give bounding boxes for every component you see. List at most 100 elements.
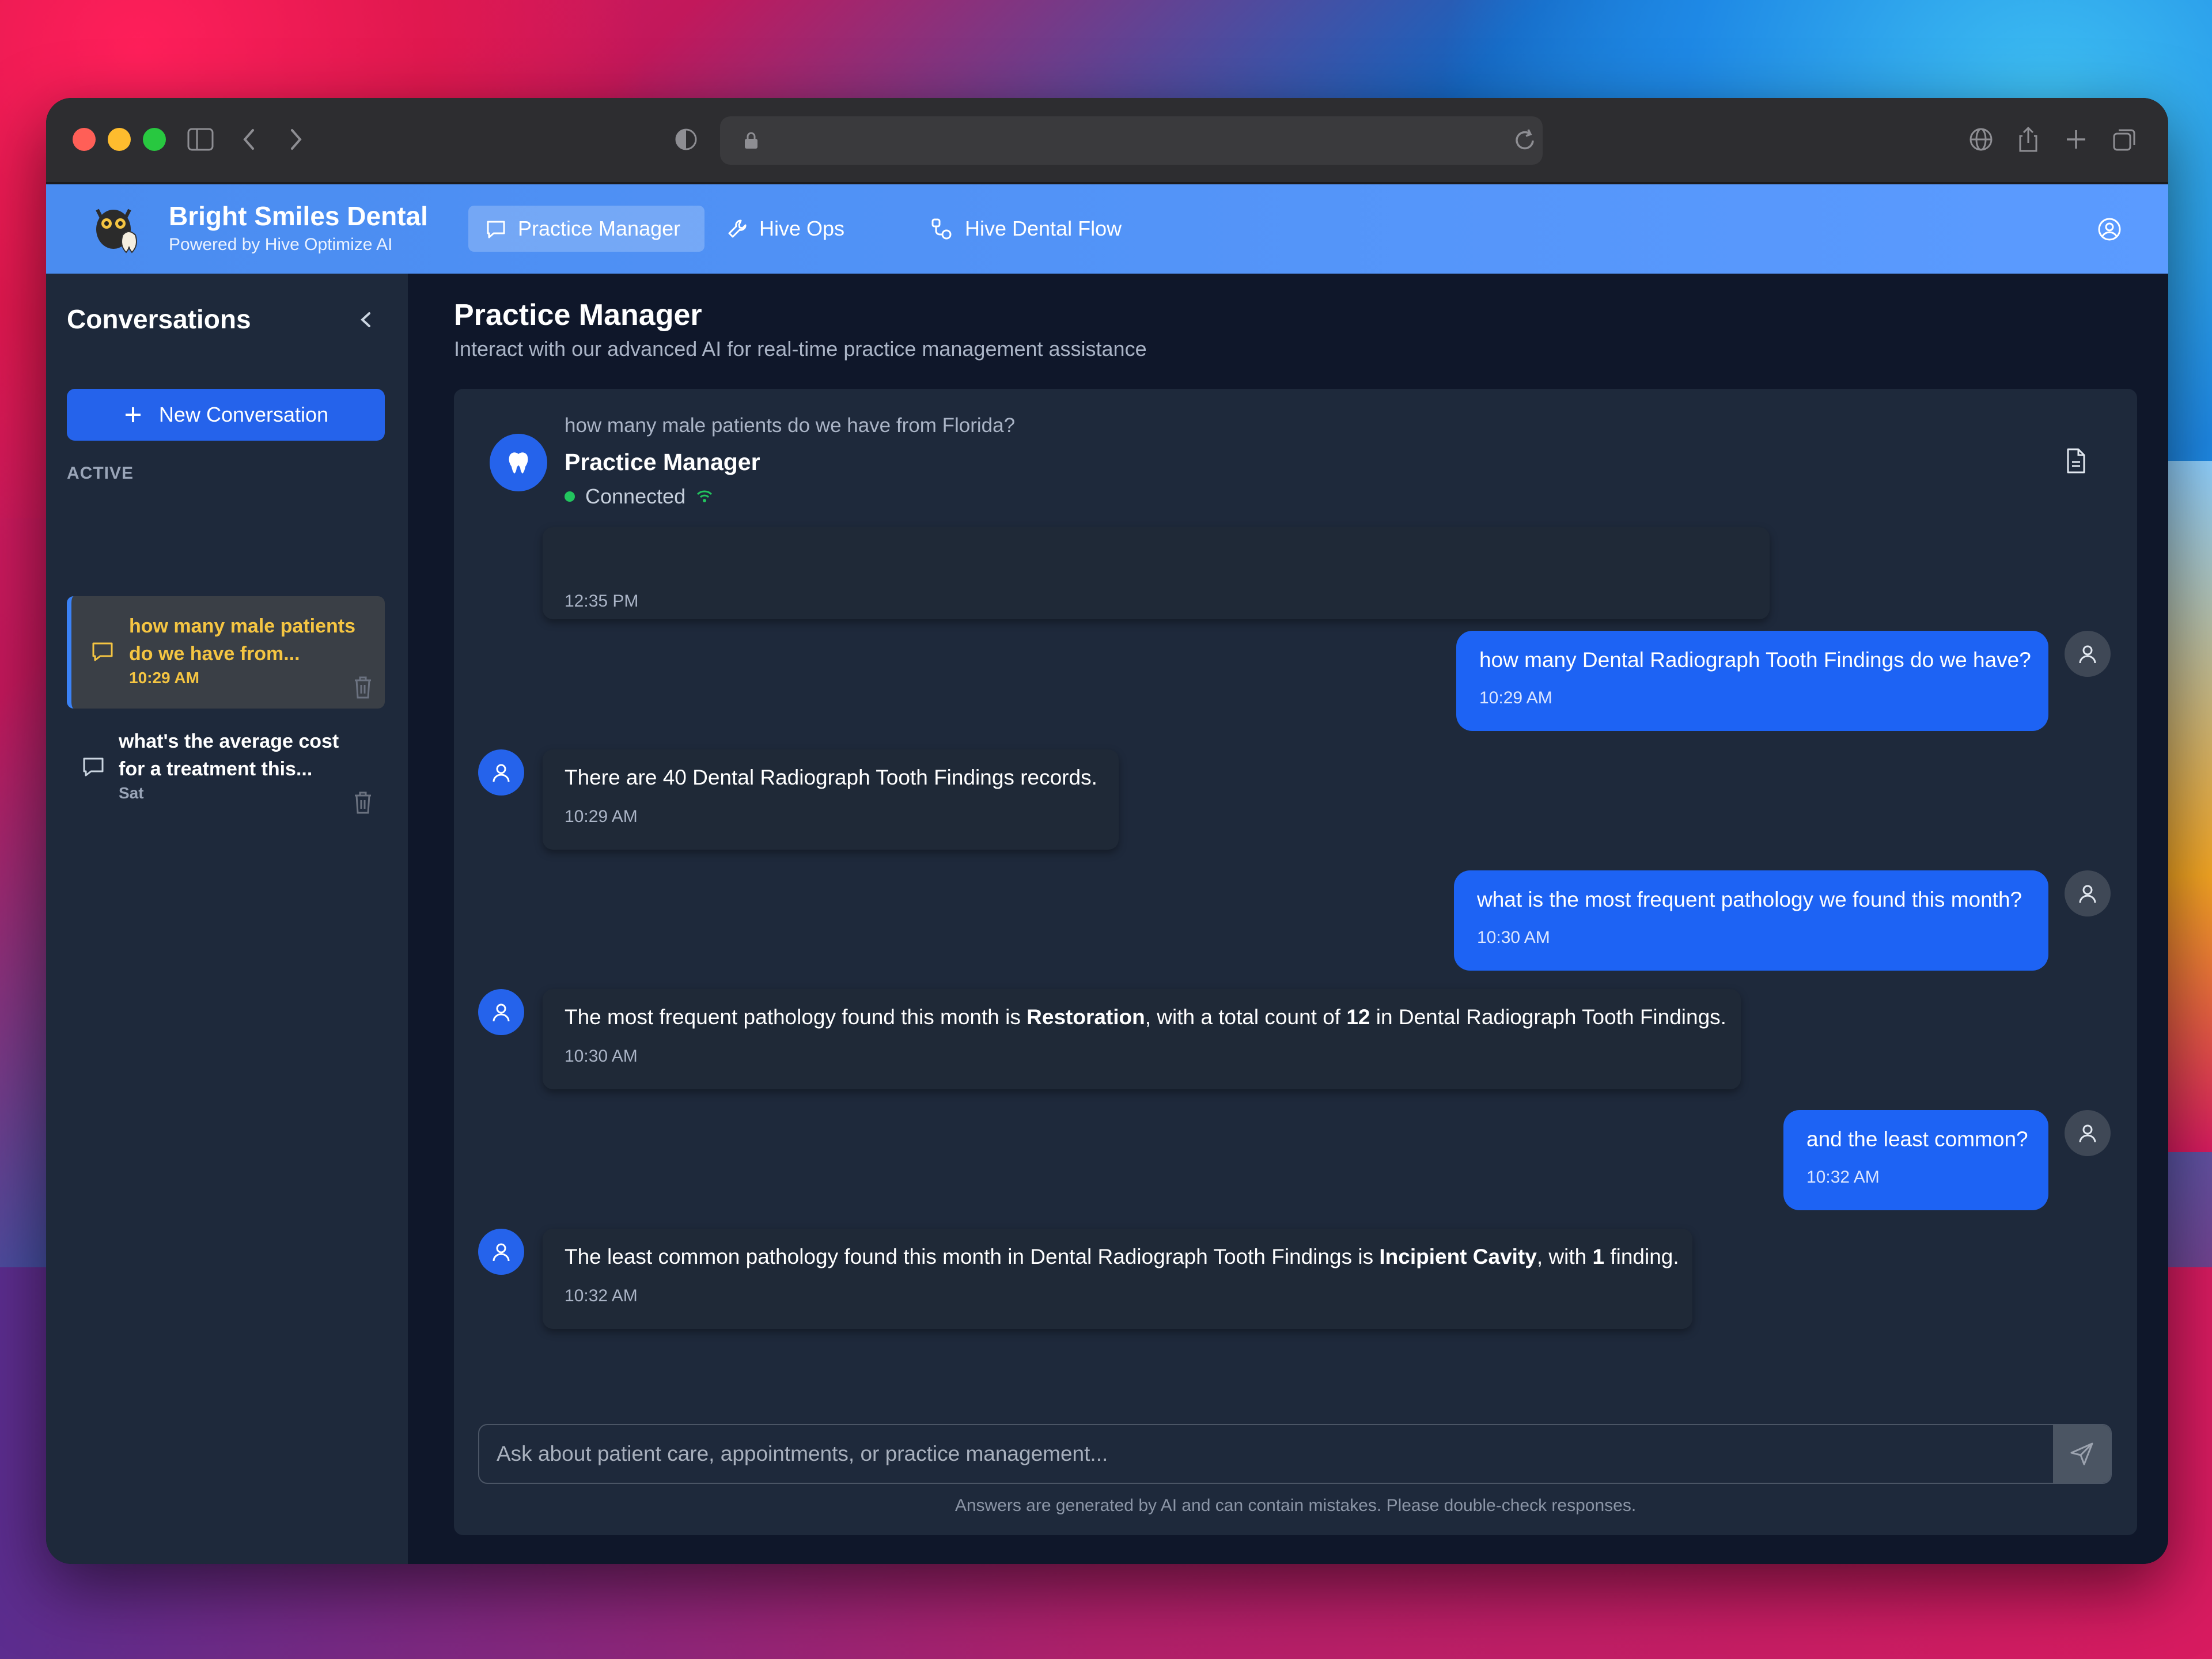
lock-icon — [745, 132, 757, 149]
conversation-title-line: do we have from... — [129, 643, 300, 665]
text-segment: The most frequent pathology found this m… — [565, 1005, 1027, 1029]
message-time: 12:35 PM — [565, 592, 639, 611]
page-subtitle: Interact with our advanced AI for real-t… — [454, 337, 1147, 361]
message-input-bar — [478, 1424, 2112, 1484]
share-icon[interactable] — [2013, 124, 2043, 154]
message-text: The least common pathology found this mo… — [565, 1245, 1679, 1269]
trash-icon[interactable] — [351, 790, 374, 815]
new-tab-icon[interactable] — [2061, 124, 2091, 154]
tab-hive-dental-flow[interactable]: Hive Dental Flow — [913, 206, 1139, 252]
forward-icon[interactable] — [281, 124, 311, 154]
message-text: The most frequent pathology found this m… — [565, 1005, 1726, 1029]
message-time: 10:32 AM — [565, 1286, 638, 1305]
bold-segment: Restoration — [1027, 1005, 1145, 1029]
chat-panel: how many male patients do we have from F… — [454, 389, 2137, 1535]
text-segment: The least common pathology found this mo… — [565, 1245, 1380, 1268]
user-avatar-icon — [2065, 631, 2111, 677]
plus-icon — [125, 407, 141, 422]
new-conversation-label: New Conversation — [158, 403, 329, 426]
message-text: and the least common? — [1806, 1127, 2028, 1151]
tab-label: Hive Ops — [759, 217, 845, 240]
user-avatar-icon — [2065, 1110, 2111, 1156]
conversation-title-line: how many male patients — [129, 615, 355, 637]
chat-bubble-icon — [92, 642, 113, 661]
main-content: Practice Manager Interact with our advan… — [410, 274, 2168, 1564]
tab-practice-manager[interactable]: Practice Manager — [468, 206, 704, 252]
sidebar-title: Conversations — [67, 304, 251, 334]
conversation-title: how many male patients do we have from..… — [129, 612, 371, 668]
message-text: There are 40 Dental Radiograph Tooth Fin… — [565, 766, 1097, 789]
bot-avatar-icon — [478, 749, 524, 796]
message-time: 10:32 AM — [1806, 1168, 1880, 1187]
tab-label: Hive Dental Flow — [965, 217, 1122, 240]
ai-disclaimer: Answers are generated by AI and can cont… — [955, 1496, 1637, 1515]
connection-status: Connected — [565, 484, 713, 509]
new-conversation-button[interactable]: New Conversation — [67, 389, 385, 441]
user-profile-icon[interactable] — [2097, 217, 2122, 242]
reload-icon[interactable] — [1512, 128, 1537, 153]
message-time: 10:30 AM — [1477, 928, 1550, 947]
tab-hive-ops[interactable]: Hive Ops — [710, 206, 862, 252]
sidebar-toggle-icon[interactable] — [185, 124, 215, 154]
chevron-left-icon — [361, 312, 370, 327]
bold-segment: Incipient Cavity — [1379, 1245, 1537, 1268]
section-label-active: ACTIVE — [67, 464, 134, 483]
text-segment: , with — [1536, 1245, 1593, 1268]
trash-icon[interactable] — [351, 675, 374, 700]
status-dot — [565, 491, 575, 502]
conversation-title-line: for a treatment this... — [119, 758, 313, 780]
address-bar[interactable] — [720, 116, 1543, 165]
chat-header-question: how many male patients do we have from F… — [565, 414, 1016, 437]
message-text: what is the most frequent pathology we f… — [1477, 888, 2022, 911]
tab-label: Practice Manager — [518, 217, 681, 240]
conversation-item[interactable]: what's the average cost for a treatment … — [67, 711, 385, 824]
text-segment: , with a total count of — [1145, 1005, 1347, 1029]
browser-toolbar — [46, 98, 2168, 184]
wifi-icon — [697, 490, 713, 502]
chat-bubble-icon — [83, 757, 104, 777]
bold-segment: 1 — [1592, 1245, 1605, 1268]
conversation-title-line: what's the average cost — [119, 730, 339, 752]
brand-subtitle: Powered by Hive Optimize AI — [169, 235, 393, 254]
send-button[interactable] — [2053, 1425, 2111, 1483]
text-segment: in Dental Radiograph Tooth Findings. — [1370, 1005, 1726, 1029]
bot-message: 12:35 PM — [543, 527, 1770, 619]
reader-mode-icon[interactable] — [671, 124, 701, 154]
conversation-time: Sat — [119, 784, 144, 802]
chat-icon — [487, 221, 505, 238]
tab-overview-icon[interactable] — [2109, 124, 2139, 154]
close-window-button[interactable] — [73, 128, 96, 151]
page-title: Practice Manager — [454, 298, 702, 332]
conversation-item[interactable]: how many male patients do we have from..… — [67, 596, 385, 709]
message-input[interactable] — [497, 1435, 2040, 1472]
minimize-window-button[interactable] — [108, 128, 131, 151]
user-avatar-icon — [2065, 870, 2111, 916]
zoom-window-button[interactable] — [143, 128, 166, 151]
conversation-title: what's the average cost for a treatment … — [119, 728, 361, 783]
bot-message: The most frequent pathology found this m… — [543, 989, 1741, 1089]
document-icon[interactable] — [2061, 446, 2090, 475]
message-time: 10:29 AM — [565, 807, 638, 826]
brand-logo-icon — [89, 202, 147, 256]
back-icon[interactable] — [234, 124, 264, 154]
bot-avatar-icon — [478, 989, 524, 1035]
bot-message: There are 40 Dental Radiograph Tooth Fin… — [543, 749, 1119, 850]
bot-avatar-icon — [478, 1229, 524, 1275]
flow-icon — [931, 218, 952, 240]
text-segment: finding. — [1604, 1245, 1679, 1268]
translate-globe-icon[interactable] — [1966, 124, 1996, 154]
message-text: how many Dental Radiograph Tooth Finding… — [1479, 648, 2031, 672]
message-time: 10:29 AM — [1479, 688, 1552, 707]
bold-segment: 12 — [1346, 1005, 1370, 1029]
app-header: Bright Smiles Dental Powered by Hive Opt… — [46, 184, 2168, 274]
bot-message: The least common pathology found this mo… — [543, 1229, 1692, 1329]
user-message: what is the most frequent pathology we f… — [1454, 870, 2048, 971]
message-time: 10:30 AM — [565, 1047, 638, 1066]
collapse-sidebar-button[interactable] — [351, 305, 380, 334]
chat-header-name: Practice Manager — [565, 449, 760, 475]
conversation-time: 10:29 AM — [129, 669, 199, 687]
browser-window: Bright Smiles Dental Powered by Hive Opt… — [46, 98, 2168, 1564]
tooth-icon — [490, 434, 547, 491]
user-message: how many Dental Radiograph Tooth Finding… — [1456, 631, 2048, 731]
brand-name: Bright Smiles Dental — [169, 201, 428, 231]
